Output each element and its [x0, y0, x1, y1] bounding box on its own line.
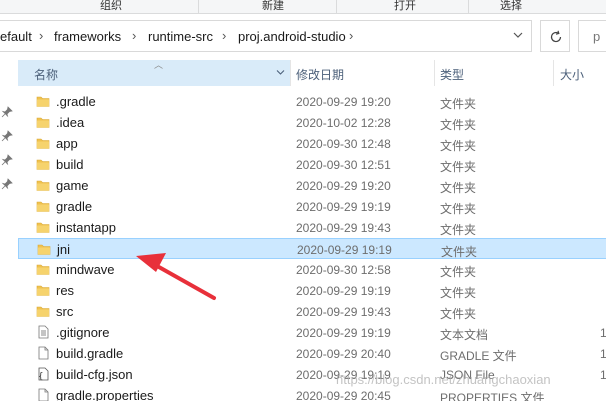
- red-arrow-icon: [136, 253, 216, 300]
